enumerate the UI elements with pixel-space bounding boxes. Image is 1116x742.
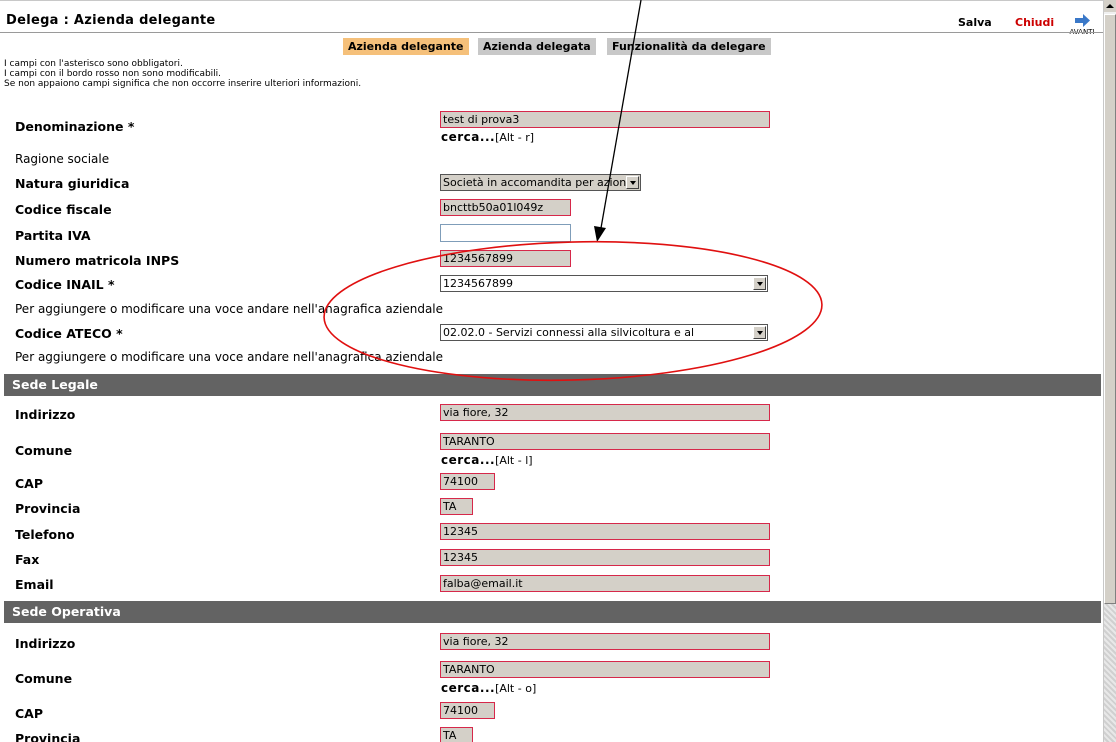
form-notes: I campi con l'asterisco sono obbligatori… [4,59,361,89]
codice-fiscale-field[interactable]: bncttb50a01l049z [440,199,571,216]
sl-telefono-field[interactable]: 12345 [440,523,770,540]
sede-legale-heading: Sede Legale [4,374,1101,396]
sl-fax-field[interactable]: 12345 [440,549,770,566]
top-divider [0,0,1103,1]
note-empty: Se non appaiono campi significa che non … [4,79,362,89]
cerca-text: cerca... [441,453,496,467]
ateco-select[interactable]: 02.02.0 - Servizi connessi alla silvicol… [440,324,768,341]
inail-select[interactable]: 1234567899 [440,275,768,292]
so-indirizzo-field[interactable]: via fiore, 32 [440,633,770,650]
partita-iva-input[interactable] [440,224,571,242]
sl-provincia-label: Provincia [15,501,81,516]
cerca-denominazione-link[interactable]: cerca...[Alt - r] [441,130,534,144]
so-cap-label: CAP [15,706,44,721]
inps-field[interactable]: 1234567899 [440,250,571,267]
denominazione-label: Denominazione * [15,119,135,134]
scrollbar-thumb[interactable] [1104,14,1116,604]
scroll-up-arrow-icon[interactable] [1104,0,1116,12]
sl-comune-label: Comune [15,443,73,458]
natura-giuridica-select[interactable]: Società in accomandita per azioni [440,174,641,191]
so-provincia-field[interactable]: TA [440,727,473,742]
so-comune-field[interactable]: TARANTO [440,661,770,678]
so-cap-field[interactable]: 74100 [440,702,495,719]
sl-comune-field[interactable]: TARANTO [440,433,770,450]
so-indirizzo-label: Indirizzo [15,636,76,651]
page-title: Delega : Azienda delegante [6,13,216,28]
cerca-shortcut: [Alt - r] [495,131,535,144]
note-readonly: I campi con il bordo rosso non sono modi… [4,69,222,79]
sl-email-label: Email [15,577,54,592]
tab-funzionalita[interactable]: Funzionalità da delegare [607,38,771,55]
form-page: Delega : Azienda delegante Salva Chiudi … [0,0,1103,742]
title-bar: Delega : Azienda delegante Salva Chiudi … [0,6,1103,36]
sl-fax-label: Fax [15,552,40,567]
sl-indirizzo-field[interactable]: via fiore, 32 [440,404,770,421]
ateco-value: 02.02.0 - Servizi connessi alla silvicol… [443,326,695,339]
close-button[interactable]: Chiudi [1015,16,1054,29]
denominazione-field[interactable]: test di prova3 [440,111,770,128]
sede-operativa-heading: Sede Operativa [4,601,1101,623]
save-button[interactable]: Salva [958,16,992,29]
sl-cerca-link[interactable]: cerca...[Alt - l] [441,453,533,467]
so-comune-label: Comune [15,671,73,686]
inail-value: 1234567899 [443,277,513,290]
partita-iva-label: Partita IVA [15,228,91,243]
natura-giuridica-label: Natura giuridica [15,176,130,191]
sl-email-field[interactable]: falba@email.it [440,575,770,592]
sl-cap-label: CAP [15,476,44,491]
tab-azienda-delegata[interactable]: Azienda delegata [478,38,596,55]
ateco-hint: Per aggiungere o modificare una voce and… [15,350,444,364]
title-divider [0,32,1103,33]
chevron-down-icon[interactable] [626,176,639,189]
ragione-sociale-label: Ragione sociale [15,152,110,166]
so-provincia-label: Provincia [15,731,81,742]
inail-label: Codice INAIL * [15,277,115,292]
sl-indirizzo-label: Indirizzo [15,407,76,422]
cerca-text: cerca... [441,681,496,695]
sl-provincia-field[interactable]: TA [440,498,473,515]
sl-telefono-label: Telefono [15,527,75,542]
ateco-label: Codice ATECO * [15,326,123,341]
cerca-shortcut: [Alt - o] [495,682,537,695]
cerca-text: cerca... [441,130,496,144]
chevron-down-icon[interactable] [753,277,766,290]
tab-azienda-delegante[interactable]: Azienda delegante [343,38,469,55]
cerca-shortcut: [Alt - l] [495,454,533,467]
inps-label: Numero matricola INPS [15,253,180,268]
so-cerca-link[interactable]: cerca...[Alt - o] [441,681,536,695]
arrow-right-icon [1075,14,1090,27]
natura-giuridica-value: Società in accomandita per azioni [443,176,630,189]
vertical-scrollbar[interactable] [1103,0,1116,742]
inail-hint: Per aggiungere o modificare una voce and… [15,302,444,316]
note-required: I campi con l'asterisco sono obbligatori… [4,59,183,69]
chevron-down-icon[interactable] [753,326,766,339]
codice-fiscale-label: Codice fiscale [15,202,112,217]
scrollbar-track[interactable] [1104,604,1116,742]
sl-cap-field[interactable]: 74100 [440,473,495,490]
